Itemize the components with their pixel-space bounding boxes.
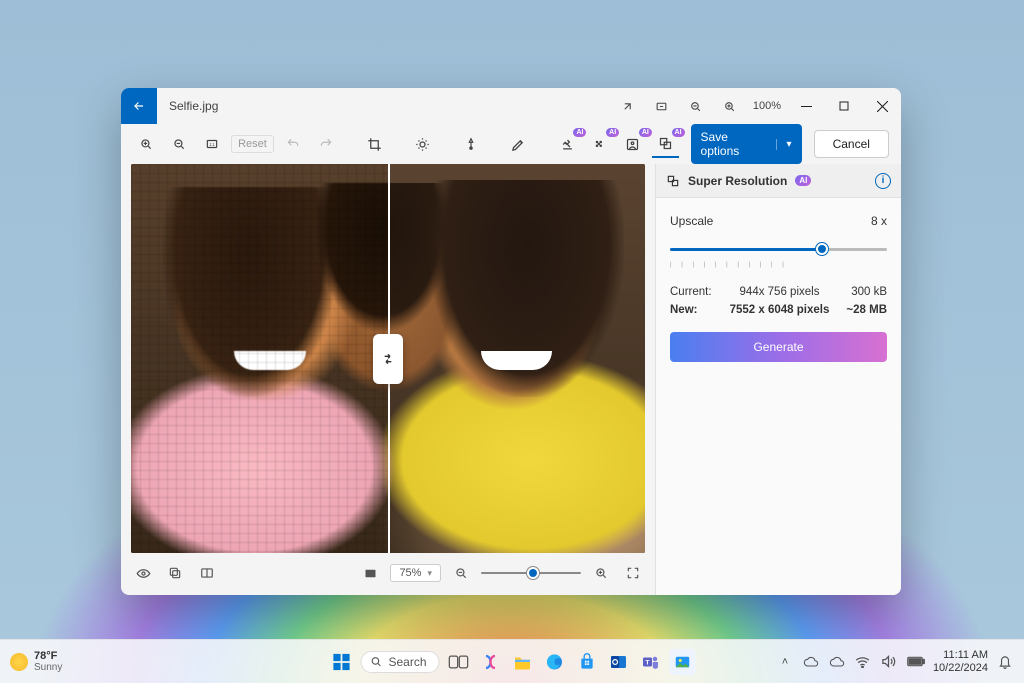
expand-diagonal-icon[interactable]	[611, 88, 645, 124]
explorer-icon[interactable]	[510, 649, 536, 675]
adjust-light-icon[interactable]	[409, 130, 436, 158]
title-zoom-level: 100%	[747, 100, 787, 112]
before-pixelated-overlay	[131, 164, 388, 553]
generative-erase-icon[interactable]	[554, 130, 581, 158]
zoom-out-title-icon[interactable]	[679, 88, 713, 124]
remove-background-icon[interactable]	[619, 130, 646, 158]
split-view-icon[interactable]	[195, 561, 219, 585]
toggle-preview-icon[interactable]	[131, 561, 155, 585]
filter-icon[interactable]	[457, 130, 484, 158]
super-resolution-icon[interactable]	[652, 130, 679, 158]
fit-window-icon[interactable]	[358, 561, 382, 585]
zoom-slider[interactable]	[481, 565, 581, 581]
photos-app-window: Selfie.jpg 100% 1:1 Reset	[121, 88, 901, 595]
new-size: ~28 MB	[831, 304, 887, 316]
sun-icon	[10, 653, 28, 671]
maximize-button[interactable]	[825, 88, 863, 124]
weather-widget[interactable]: 78°F Sunny	[10, 650, 62, 673]
taskbar-clock[interactable]: 11:11 AM 10/22/2024	[933, 649, 988, 673]
upscale-label: Upscale	[670, 214, 713, 228]
aspect-ratio-icon[interactable]: 1:1	[198, 130, 225, 158]
markup-pen-icon[interactable]	[506, 130, 533, 158]
zoom-in-bottom-icon[interactable]	[589, 561, 613, 585]
slider-thumb[interactable]	[527, 567, 539, 579]
time: 11:11 AM	[933, 649, 988, 661]
photo-preview[interactable]	[131, 164, 645, 553]
zoom-out-icon[interactable]	[166, 130, 193, 158]
fit-to-screen-icon[interactable]	[645, 88, 679, 124]
edge-icon[interactable]	[542, 649, 568, 675]
chevron-up-icon[interactable]: ˄	[777, 656, 793, 668]
redo-icon[interactable]	[313, 130, 340, 158]
upscale-slider[interactable]	[670, 240, 887, 258]
store-icon[interactable]	[574, 649, 600, 675]
close-button[interactable]	[863, 88, 901, 124]
scale-icon	[666, 174, 680, 188]
notifications-icon[interactable]	[998, 654, 1014, 669]
zoom-dropdown[interactable]: 75% ▾	[390, 564, 441, 582]
new-label: New:	[670, 304, 728, 316]
titlebar: Selfie.jpg 100%	[121, 88, 901, 124]
blur-background-icon[interactable]	[586, 130, 613, 158]
onedrive-icon[interactable]	[803, 656, 819, 668]
search-label: Search	[388, 655, 426, 669]
taskbar: 78°F Sunny Search T ˄ 11:11 AM 10/22/202…	[0, 639, 1024, 683]
task-view-icon[interactable]	[446, 649, 472, 675]
wifi-icon[interactable]	[855, 656, 871, 668]
zoom-value: 75%	[399, 567, 421, 579]
zoom-in-icon[interactable]	[133, 130, 160, 158]
canvas-area: 75% ▾	[121, 164, 655, 595]
svg-text:1:1: 1:1	[209, 142, 215, 147]
minimize-button[interactable]	[787, 88, 825, 124]
back-button[interactable]	[121, 88, 157, 124]
generate-button[interactable]: Generate	[670, 332, 887, 362]
outlook-icon[interactable]	[606, 649, 632, 675]
battery-icon[interactable]	[907, 656, 923, 667]
compare-slider-handle[interactable]	[373, 334, 403, 384]
start-button[interactable]	[328, 649, 354, 675]
crop-icon[interactable]	[361, 130, 388, 158]
reset-button[interactable]: Reset	[231, 135, 274, 153]
volume-icon[interactable]	[881, 655, 897, 668]
undo-icon[interactable]	[280, 130, 307, 158]
panel-title: Super Resolution	[688, 174, 787, 188]
copy-icon[interactable]	[163, 561, 187, 585]
photos-app-icon[interactable]	[670, 649, 696, 675]
teams-icon[interactable]: T	[638, 649, 664, 675]
cancel-button[interactable]: Cancel	[814, 130, 889, 158]
zoom-in-title-icon[interactable]	[713, 88, 747, 124]
editor-toolbar: 1:1 Reset Save options ▾ Cancel	[121, 124, 901, 164]
slider-thumb[interactable]	[816, 243, 828, 255]
upscale-value: 8 x	[871, 214, 887, 228]
super-resolution-panel: Super Resolution AI i Upscale 8 x | | | …	[655, 164, 901, 595]
weather-desc: Sunny	[34, 662, 62, 673]
taskbar-search[interactable]: Search	[360, 651, 439, 673]
copilot-icon[interactable]	[478, 649, 504, 675]
file-name: Selfie.jpg	[157, 99, 218, 113]
cloud-icon[interactable]	[829, 656, 845, 668]
info-icon[interactable]: i	[875, 173, 891, 189]
current-dims: 944x 756 pixels	[728, 286, 831, 298]
zoom-out-bottom-icon[interactable]	[449, 561, 473, 585]
chevron-down-icon: ▾	[427, 568, 432, 579]
save-label: Save options	[701, 130, 766, 158]
bottom-bar: 75% ▾	[131, 553, 645, 587]
fullscreen-icon[interactable]	[621, 561, 645, 585]
save-options-button[interactable]: Save options ▾	[691, 124, 802, 164]
current-size: 300 kB	[831, 286, 887, 298]
slider-ticks: | | | | | | | | | | |	[670, 262, 887, 268]
ai-badge: AI	[795, 175, 811, 186]
current-label: Current:	[670, 286, 728, 298]
temperature: 78°F	[34, 650, 62, 662]
date: 10/22/2024	[933, 662, 988, 674]
chevron-down-icon: ▾	[776, 139, 792, 150]
new-dims: 7552 x 6048 pixels	[728, 304, 831, 316]
